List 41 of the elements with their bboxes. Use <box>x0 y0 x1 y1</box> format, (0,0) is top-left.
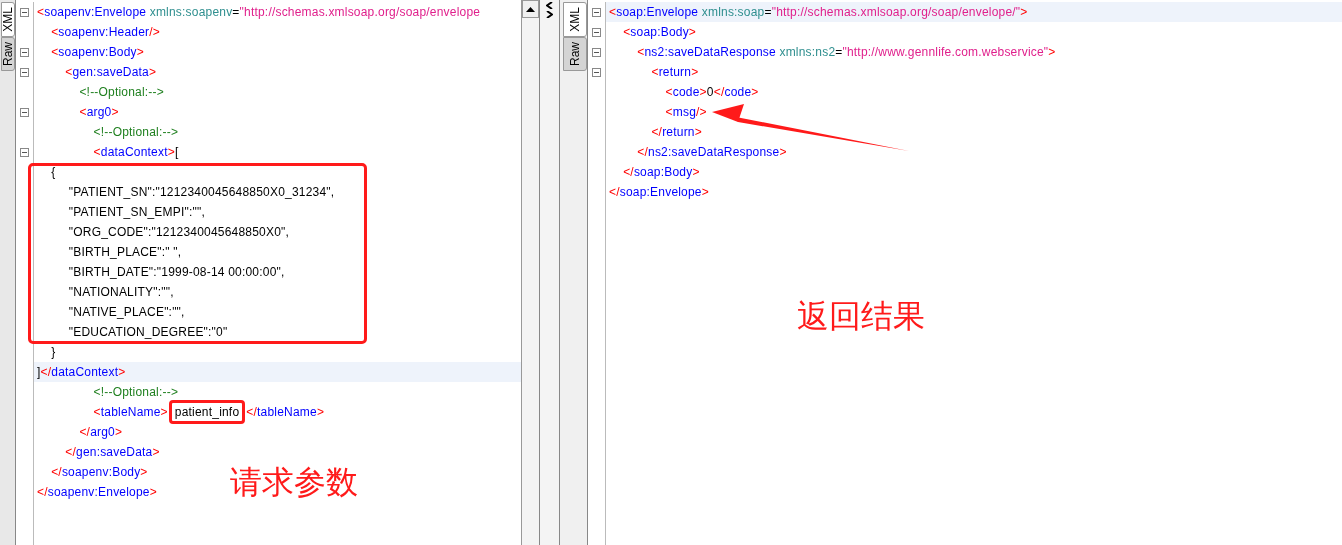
view-tab[interactable]: Raw <box>563 36 587 71</box>
code-line: ]</dataContext> <box>37 365 126 379</box>
code-line: </soapenv:Body> <box>50 465 148 479</box>
code-line: <soapenv:Header/> <box>50 25 160 39</box>
code-line: </arg0> <box>78 425 123 439</box>
code-line: <!--Optional:--> <box>78 85 164 99</box>
code-line: "ORG_CODE":"1212340045648850X0", <box>67 225 290 239</box>
code-line: <return> <box>650 65 699 79</box>
code-line: "PATIENT_SN":"1212340045648850X0_31234", <box>67 185 335 199</box>
annotation-label: 返回结果 <box>797 297 925 336</box>
code-line: <soapenv:Body> <box>50 45 145 59</box>
code-line: } <box>50 345 56 359</box>
code-line: <code>0</code> <box>664 85 759 99</box>
annotation-label: 请求参数 <box>230 463 358 502</box>
code-line: <tableName> patient_info </tableName> <box>37 400 325 424</box>
code-line: { <box>50 165 56 179</box>
code-line: "NATIONALITY":"", <box>67 285 174 299</box>
code-line: <dataContext>[ <box>92 145 179 159</box>
view-tab[interactable]: XML <box>563 2 587 37</box>
code-line: "PATIENT_SN_EMPI":"", <box>67 205 205 219</box>
code-line: <!--Optional:--> <box>92 385 179 399</box>
code-line: "BIRTH_DATE":"1999-08-14 00:00:00", <box>67 265 285 279</box>
view-tab[interactable]: Raw <box>1 36 15 71</box>
code-line: <ns2:saveDataResponse xmlns:ns2="http://www.gennlife.com.webservice"> <box>636 45 1056 59</box>
code-line: </soap:Envelope> <box>609 185 709 199</box>
code-line: "EDUCATION_DEGREE":"0" <box>67 325 228 339</box>
code-line: </soap:Body> <box>622 165 700 179</box>
code-line: <msg/> <box>664 105 707 119</box>
code-line: <gen:saveData> <box>64 65 157 79</box>
code-line: <soapenv:Envelope xmlns:soapenv="http://schemas.xmlsoap.org/soap/envelope <box>37 5 481 19</box>
view-tab[interactable]: XML <box>1 2 15 37</box>
code-line: <soap:Envelope xmlns:soap="http://schemas.xmlsoap.org/soap/envelope/"> <box>609 5 1028 19</box>
code-line: </return> <box>650 125 702 139</box>
code-line: "BIRTH_PLACE":" ", <box>67 245 182 259</box>
code-line: "NATIVE_PLACE":"", <box>67 305 185 319</box>
code-line: <soap:Body> <box>622 25 697 39</box>
code-line: <arg0> <box>78 105 119 119</box>
code-line: </soapenv:Envelope> <box>37 485 157 499</box>
code-line: </ns2:saveDataResponse> <box>636 145 787 159</box>
code-line: </gen:saveData> <box>64 445 160 459</box>
code-line: <!--Optional:--> <box>92 125 179 139</box>
